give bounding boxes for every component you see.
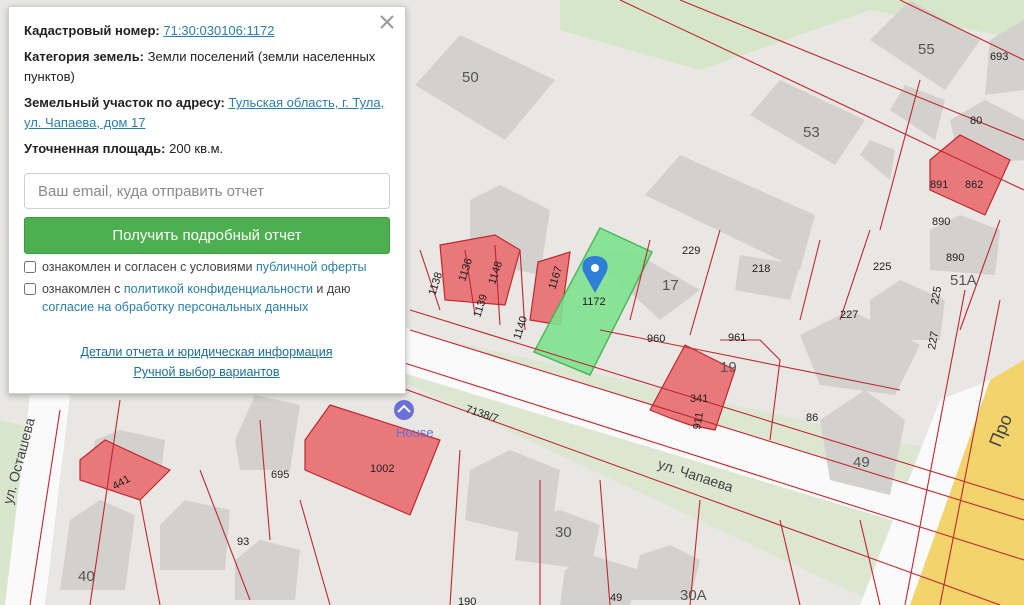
map-label-49b: 49 — [610, 592, 622, 604]
map-label-341: 341 — [690, 393, 708, 405]
map-label-227a: 227 — [840, 309, 858, 321]
map-label-190: 190 — [458, 596, 476, 605]
poi-house-label: House — [396, 425, 434, 440]
privacy-policy-link[interactable]: политикой конфиденциальности — [124, 282, 313, 296]
map-label-693: 693 — [990, 51, 1008, 63]
map-label-53: 53 — [803, 124, 820, 141]
map-label-891: 891 — [930, 179, 948, 191]
area-label: Уточненная площадь: — [24, 141, 166, 156]
consent-privacy-text2: и даю — [312, 282, 351, 296]
map-label-51a: 51A — [950, 272, 977, 289]
map-label-229: 229 — [682, 245, 700, 257]
land-category-row: Категория земель: Земли поселений (земли… — [24, 47, 389, 87]
cadastral-number-label: Кадастровый номер: — [24, 23, 160, 38]
consent-privacy-checkbox[interactable] — [24, 283, 36, 295]
map-label-55: 55 — [918, 41, 935, 58]
map-label-49: 49 — [853, 454, 870, 471]
map-label-218: 218 — [752, 263, 770, 275]
map-label-961: 961 — [728, 332, 746, 344]
consent-offer-text: ознакомлен и согласен с условиями — [42, 260, 256, 274]
map-label-862: 862 — [965, 179, 983, 191]
get-report-button[interactable]: Получить подробный отчет — [24, 217, 390, 254]
map-label-695: 695 — [271, 469, 289, 481]
consent-privacy-text1: ознакомлен с — [42, 282, 124, 296]
cadastral-number-link[interactable]: 71:30:030106:1172 — [163, 23, 274, 38]
consent-offer-checkbox[interactable] — [24, 261, 36, 273]
map-label-890a: 890 — [932, 216, 950, 228]
land-category-label: Категория земель: — [24, 49, 145, 64]
map-label-17: 17 — [662, 277, 679, 294]
map-label-50: 50 — [462, 69, 479, 86]
manual-selection-link[interactable]: Ручной выбор вариантов — [134, 362, 280, 382]
personal-data-link[interactable]: согласие на обработку персональных данны… — [42, 300, 308, 314]
map-label-30: 30 — [555, 524, 572, 541]
address-row: Земельный участок по адресу: Тульская об… — [24, 93, 389, 133]
email-input[interactable] — [24, 173, 390, 209]
map-label-86: 86 — [806, 412, 818, 424]
map-label-30a: 30A — [680, 587, 707, 604]
report-details-link[interactable]: Детали отчета и юридическая информация — [24, 342, 389, 362]
map-label-1002: 1002 — [370, 463, 394, 475]
map-label-225a: 225 — [873, 261, 891, 273]
cadastral-number-row: Кадастровый номер: 71:30:030106:1172 — [24, 21, 389, 41]
map-label-40: 40 — [78, 568, 95, 585]
area-row: Уточненная площадь: 200 кв.м. — [24, 139, 389, 159]
address-label: Земельный участок по адресу: — [24, 95, 225, 110]
consent-privacy-checkbox-row[interactable]: ознакомлен с политикой конфиденциальност… — [24, 280, 389, 316]
map-label-1172: 1172 — [582, 296, 606, 308]
close-icon[interactable] — [377, 12, 397, 32]
map-label-890b: 890 — [946, 252, 964, 264]
public-offer-link[interactable]: публичной оферты — [256, 260, 366, 274]
parcel-info-panel: Кадастровый номер: 71:30:030106:1172 Кат… — [8, 6, 406, 394]
consent-offer-checkbox-row[interactable]: ознакомлен и согласен с условиями публич… — [24, 258, 389, 276]
map-label-19: 19 — [720, 359, 737, 376]
map-label-960: 960 — [647, 333, 665, 345]
map-label-93: 93 — [237, 536, 249, 548]
area-value: 200 кв.м. — [169, 141, 224, 156]
map-label-80: 80 — [970, 115, 982, 127]
panel-footer: Детали отчета и юридическая информация Р… — [24, 342, 389, 382]
